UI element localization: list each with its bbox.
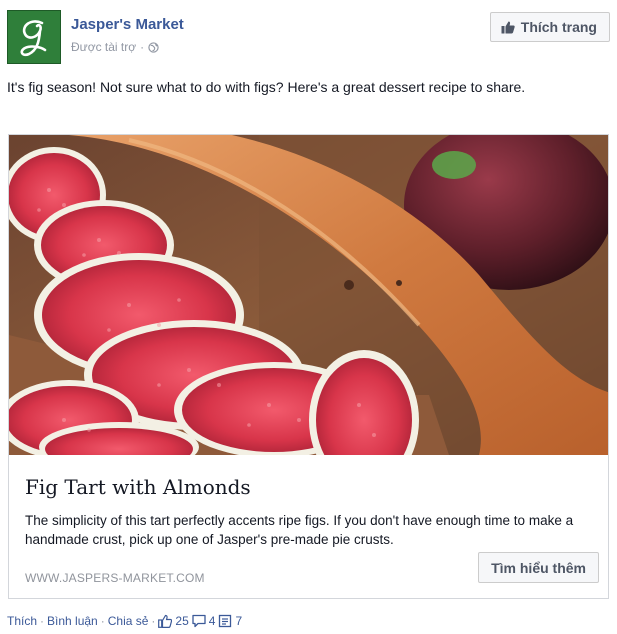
card-body[interactable]: Fig Tart with Almonds The simplicity of … <box>9 455 608 598</box>
like-page-button[interactable]: Thích trang <box>489 12 610 42</box>
card-title[interactable]: Fig Tart with Almonds <box>25 475 251 499</box>
page-avatar[interactable] <box>7 10 61 64</box>
thumbs-up-icon <box>501 21 515 34</box>
post-message: It's fig season! Not sure what to do wit… <box>7 79 526 95</box>
comments-count-value: 4 <box>208 614 216 628</box>
comment-action-link[interactable]: Bình luận <box>47 614 98 628</box>
post-actions: Thích · Bình luận · Chia sẻ · 25 4 7 <box>7 612 242 630</box>
thumbs-up-icon <box>158 614 173 628</box>
card-domain: WWW.JASPERS-MARKET.COM <box>25 571 205 585</box>
learn-more-button[interactable]: Tìm hiểu thêm <box>478 552 599 583</box>
action-separator: · <box>40 614 45 628</box>
like-page-label: Thích trang <box>520 19 597 35</box>
sponsored-label[interactable]: Được tài trợ <box>71 40 136 54</box>
card-description: The simplicity of this tart perfectly ac… <box>25 513 574 547</box>
fig-tart-image <box>9 135 608 455</box>
share-count-icon <box>219 614 232 628</box>
post-header: Jasper's Market Được tài trợ · Thích tra… <box>7 10 610 66</box>
jaspers-market-logo <box>20 20 47 57</box>
shares-count[interactable]: 7 <box>218 614 242 628</box>
likes-count[interactable]: 25 <box>158 614 189 628</box>
fig-tart-photo[interactable] <box>9 135 608 455</box>
action-separator: · <box>151 614 156 628</box>
sponsored-line: Được tài trợ · <box>71 40 159 54</box>
sponsored-separator: · <box>140 40 145 54</box>
share-action-link[interactable]: Chia sẻ <box>108 614 149 628</box>
likes-count-value: 25 <box>175 614 189 628</box>
comments-count[interactable]: 4 <box>192 614 216 628</box>
shares-count-value: 7 <box>235 614 243 628</box>
page-name-link[interactable]: Jasper's Market <box>71 16 184 33</box>
globe-icon <box>148 41 159 53</box>
like-action-link[interactable]: Thích <box>7 614 37 628</box>
comment-icon <box>192 614 206 628</box>
action-separator: · <box>100 614 105 628</box>
link-card[interactable]: Fig Tart with Almonds The simplicity of … <box>8 134 609 599</box>
